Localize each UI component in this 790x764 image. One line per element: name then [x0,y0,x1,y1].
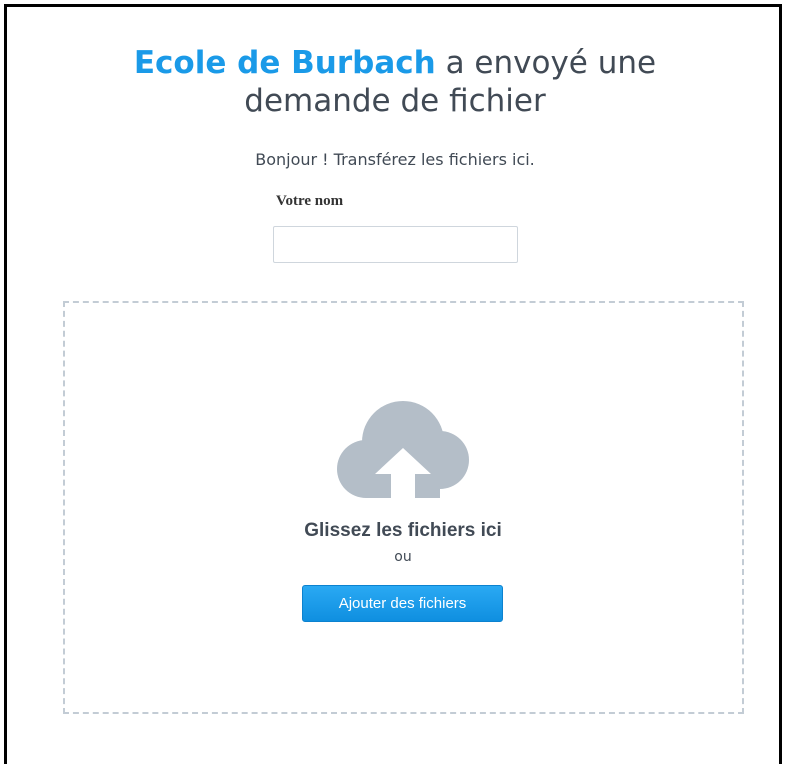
page-title: Ecole de Burbach a envoyé une demande de… [0,44,790,120]
cloud-upload-icon [337,401,469,498]
title-text-line2: demande de fichier [244,83,546,119]
name-label: Votre nom [276,193,344,209]
or-separator: ou [394,549,412,565]
drop-files-text: Glissez les fichiers ici [304,520,502,541]
name-input[interactable] [273,226,518,263]
greeting-text: Bonjour ! Transférez les fichiers ici. [255,150,535,169]
file-dropzone[interactable] [63,301,744,714]
title-text: a envoyé une [435,45,657,81]
add-files-button[interactable]: Ajouter des fichiers [302,585,503,622]
org-name: Ecole de Burbach [133,45,436,81]
